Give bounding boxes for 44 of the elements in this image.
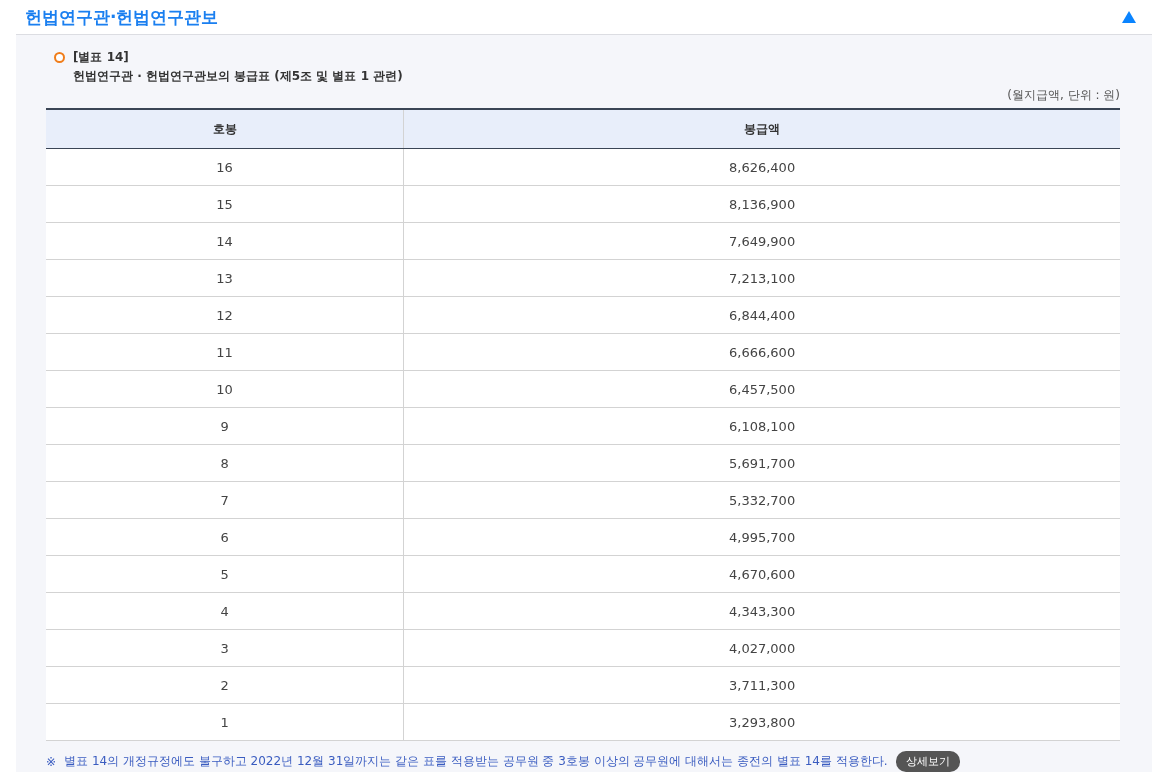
details-button[interactable]: 상세보기 [895, 751, 960, 772]
table-cell: 5,691,700 [403, 444, 1120, 482]
table-cell: 15 [46, 185, 404, 223]
table-cell: 3,711,300 [403, 666, 1120, 704]
table-cell: 1 [46, 703, 404, 741]
table-cell: 6,844,400 [403, 296, 1120, 334]
table-label: [별표 14] [73, 49, 130, 66]
note-mark: ※ [46, 754, 57, 769]
table-cell: 5 [46, 555, 404, 593]
section-title: 헌법연구관·헌법연구관보 [25, 5, 219, 29]
table-cell: 13 [46, 259, 404, 297]
collapse-button[interactable] [1122, 11, 1136, 23]
unit-note: (월지급액, 단위 : 원) [1007, 87, 1120, 104]
table-cell: 10 [46, 370, 404, 408]
triangle-icon [1122, 11, 1136, 23]
note-text: 별표 14의 개정규정에도 불구하고 2022년 12월 31일까지는 같은 표를 적용받는 공무원 중 3호봉 이상의 공무원에 대해서는 종전의 별표 14를 적용한다. [64, 753, 888, 770]
table-cell: 4 [46, 592, 404, 630]
table-cell: 14 [46, 222, 404, 260]
table-cell: 9 [46, 407, 404, 445]
column-header: 봉급액 [403, 109, 1120, 149]
table-cell: 12 [46, 296, 404, 334]
table-caption: 헌법연구관 · 헌법연구관보의 봉급표 (제5조 및 별표 1 관련) [73, 68, 403, 85]
table-cell: 8 [46, 444, 404, 482]
table-cell: 6,108,100 [403, 407, 1120, 445]
table-cell: 4,670,600 [403, 555, 1120, 593]
table-cell: 3,293,800 [403, 703, 1120, 741]
table-cell: 2 [46, 666, 404, 704]
table-cell: 6 [46, 518, 404, 556]
table-cell: 3 [46, 629, 404, 667]
table-cell: 6,457,500 [403, 370, 1120, 408]
table-cell: 4,343,300 [403, 592, 1120, 630]
table-cell: 4,027,000 [403, 629, 1120, 667]
table-cell: 5,332,700 [403, 481, 1120, 519]
table-cell: 8,626,400 [403, 148, 1120, 186]
column-header: 호봉 [46, 109, 404, 149]
table-cell: 4,995,700 [403, 518, 1120, 556]
table-cell: 7,213,100 [403, 259, 1120, 297]
table-cell: 8,136,900 [403, 185, 1120, 223]
table-cell: 16 [46, 148, 404, 186]
table-cell: 7,649,900 [403, 222, 1120, 260]
table-cell: 7 [46, 481, 404, 519]
table-cell: 11 [46, 333, 404, 371]
table-cell: 6,666,600 [403, 333, 1120, 371]
ring-icon [54, 52, 65, 63]
